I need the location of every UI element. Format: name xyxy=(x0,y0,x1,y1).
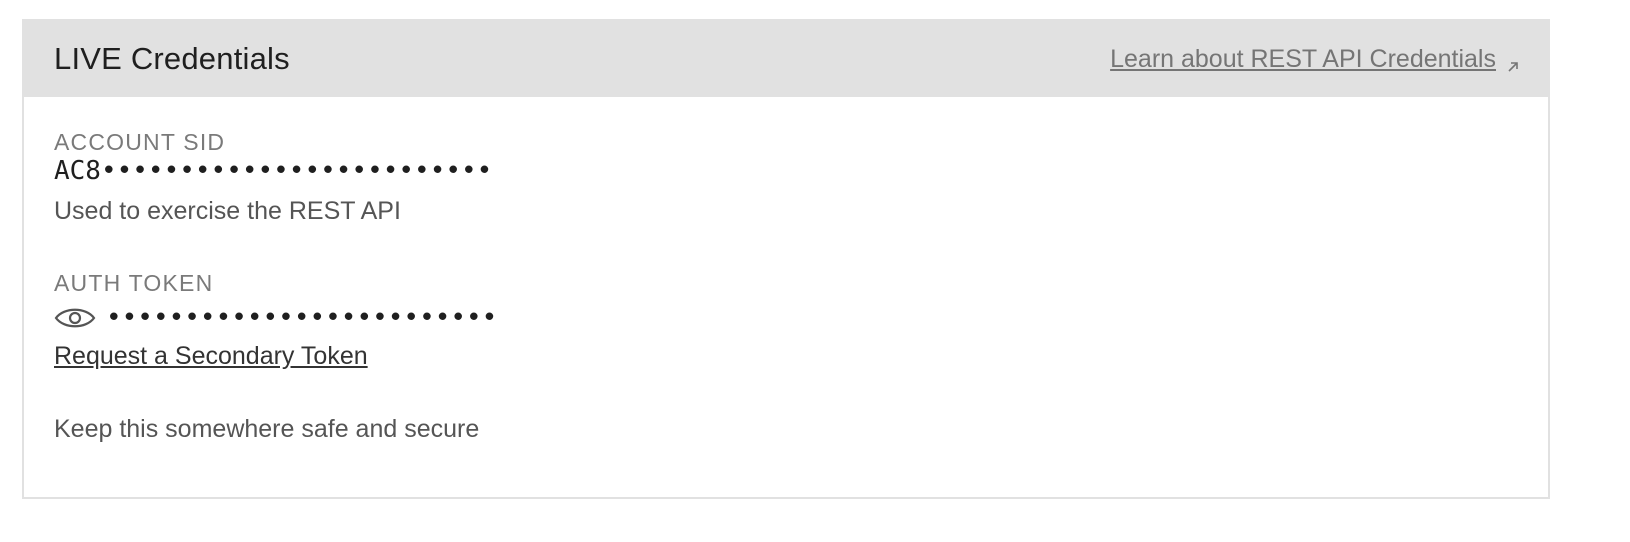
card-title: LIVE Credentials xyxy=(54,41,290,76)
account-sid-help: Used to exercise the REST API xyxy=(54,197,401,225)
account-sid-mask: ••••••••••••••••••••••••• xyxy=(100,156,493,186)
account-sid-value[interactable]: AC8 ••••••••••••••••••••••••• xyxy=(54,155,1518,187)
eye-icon[interactable] xyxy=(54,304,96,332)
auth-token-value: ••••••••••••••••••••••••• xyxy=(54,302,1518,334)
auth-token-section: AUTH TOKEN ••••••••••••••••••••••••• Req… xyxy=(54,270,1518,444)
auth-token-mask[interactable]: ••••••••••••••••••••••••• xyxy=(106,303,497,333)
auth-token-help: Keep this somewhere safe and secure xyxy=(54,415,480,443)
account-sid-label: ACCOUNT SID xyxy=(54,129,226,155)
learn-link-label: Learn about REST API Credentials xyxy=(1110,44,1496,73)
learn-rest-api-credentials-link[interactable]: Learn about REST API Credentials xyxy=(1110,45,1520,74)
account-sid-section: ACCOUNT SID AC8 ••••••••••••••••••••••••… xyxy=(54,129,1518,226)
account-sid-prefix: AC8 xyxy=(54,156,101,186)
card-body: ACCOUNT SID AC8 ••••••••••••••••••••••••… xyxy=(24,97,1548,444)
auth-token-label: AUTH TOKEN xyxy=(54,270,214,296)
external-link-icon xyxy=(1506,52,1520,72)
request-secondary-token-link[interactable]: Request a Secondary Token xyxy=(54,342,368,371)
live-credentials-card: LIVE Credentials Learn about REST API Cr… xyxy=(22,19,1550,499)
card-header: LIVE Credentials Learn about REST API Cr… xyxy=(24,21,1548,97)
